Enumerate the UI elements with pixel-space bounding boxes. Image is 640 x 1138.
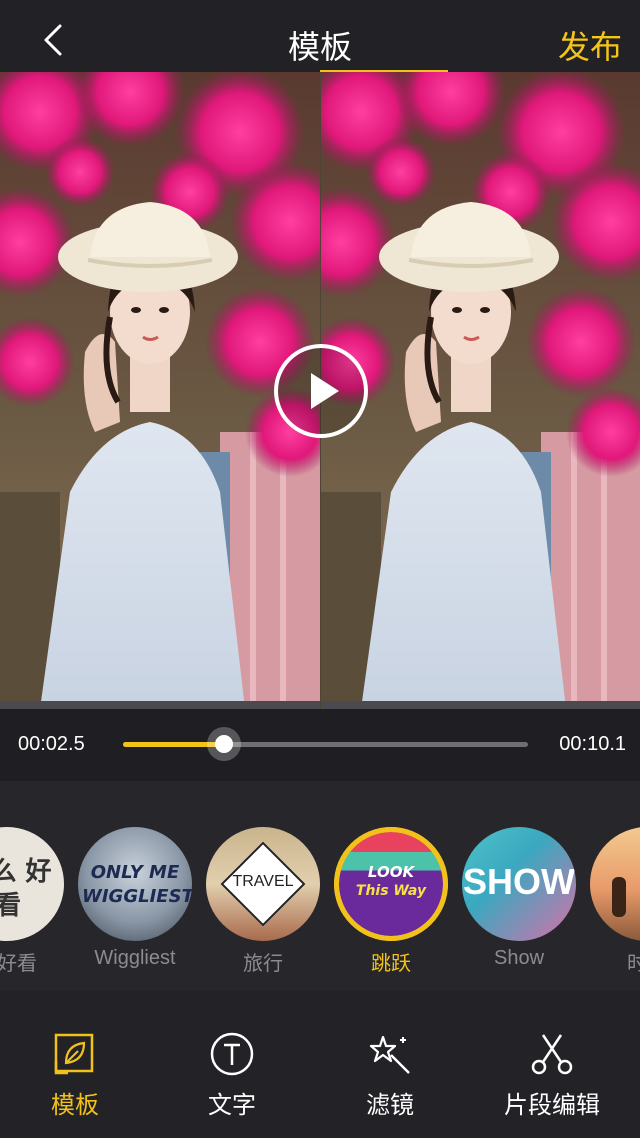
template-leaf-icon	[54, 1033, 94, 1075]
progress-slider[interactable]	[123, 742, 528, 747]
template-thumbnail	[590, 827, 640, 941]
template-thumbnail: SHOW	[462, 827, 576, 941]
nav-label: 片段编辑	[504, 1091, 600, 1119]
page-title: 模板	[287, 28, 352, 66]
template-item[interactable]: 怎么 好看 么好看	[0, 827, 64, 976]
template-item[interactable]: SHOW Show	[462, 827, 576, 970]
template-thumbnail: ONLY ME WIGGLIEST	[78, 827, 192, 941]
template-label: 么好看	[0, 953, 37, 975]
play-icon[interactable]	[272, 342, 370, 440]
template-item[interactable]: ONLY ME WIGGLIEST Wiggliest	[78, 827, 192, 970]
template-overlay-text: SHOW	[463, 861, 575, 902]
progress-thumb[interactable]	[207, 727, 242, 761]
playback-timeline: 00:02.5 00:10.1	[0, 709, 640, 781]
bottom-toolbar: 模板 文字 滤镜 片段编辑	[0, 991, 640, 1138]
nav-label: 模板	[51, 1091, 99, 1119]
template-label: 跳跃	[371, 953, 411, 975]
nav-label: 滤镜	[366, 1091, 414, 1119]
template-item[interactable]: 时光	[590, 827, 640, 976]
template-overlay-text: 怎么 好看	[0, 857, 52, 921]
nav-text[interactable]: 文字	[167, 1031, 297, 1120]
nav-filter[interactable]: 滤镜	[325, 1031, 455, 1120]
template-overlay-text: ONLY ME WIGGLIEST	[82, 862, 192, 907]
template-thumbnail: TRAVEL	[206, 827, 320, 941]
template-thumbnail: LOOK This Way	[334, 827, 448, 941]
template-thumbnail: 怎么 好看	[0, 827, 64, 941]
template-item[interactable]: TRAVEL 旅行	[206, 827, 320, 976]
total-time: 00:10.1	[559, 733, 626, 755]
scissors-icon	[531, 1034, 573, 1075]
template-label: Show	[493, 947, 545, 969]
video-preview[interactable]	[0, 72, 640, 709]
template-label: Wiggliest	[94, 947, 176, 969]
template-carousel[interactable]: 怎么 好看 么好看 ONLY ME WIGGLIEST Wiggliest TR…	[0, 781, 640, 991]
template-label: 时光	[627, 953, 640, 975]
nav-template[interactable]: 模板	[10, 1031, 140, 1120]
nav-label: 文字	[208, 1091, 256, 1119]
template-overlay-text: TRAVEL	[232, 873, 294, 890]
magic-wand-icon	[369, 1035, 410, 1074]
current-time: 00:02.5	[18, 733, 85, 755]
text-icon	[210, 1032, 254, 1076]
template-label: 旅行	[243, 953, 283, 975]
template-item-selected[interactable]: LOOK This Way 跳跃	[334, 827, 448, 976]
nav-clip-edit[interactable]: 片段编辑	[487, 1031, 617, 1120]
publish-button[interactable]: 发布	[558, 22, 622, 68]
top-bar: 模板 发布	[0, 0, 640, 72]
